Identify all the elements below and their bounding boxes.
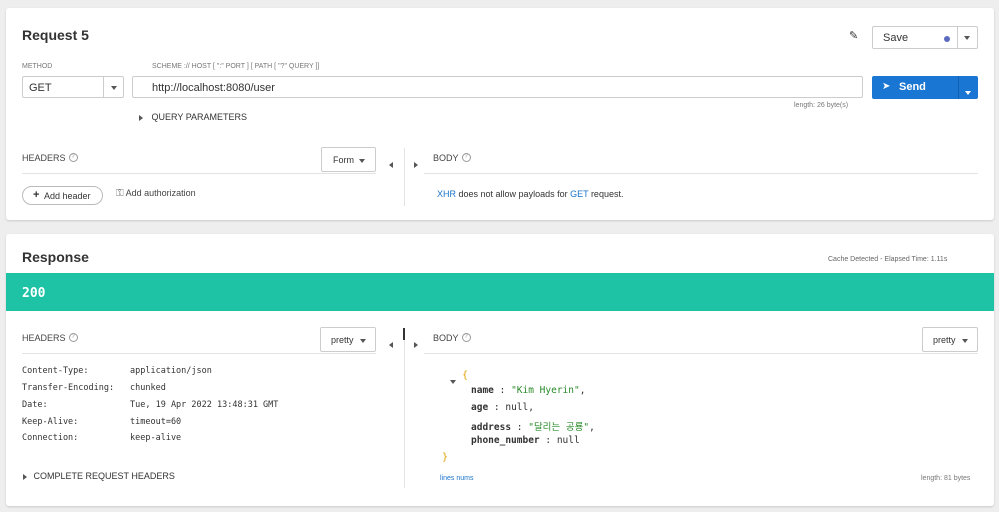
header-value: application/json xyxy=(130,366,212,376)
status-code: 200 xyxy=(22,286,46,301)
collapse-left-icon[interactable] xyxy=(389,156,393,174)
save-button[interactable]: Save xyxy=(872,26,978,49)
header-key: Content-Type: xyxy=(22,366,89,376)
split-divider[interactable] xyxy=(404,328,405,488)
query-parameters-label: QUERY PARAMETERS xyxy=(151,112,248,122)
complete-request-headers-toggle[interactable]: COMPLETE REQUEST HEADERS xyxy=(23,471,175,481)
help-icon: ? xyxy=(461,153,471,162)
add-authorization-label: Add authorization xyxy=(125,188,196,198)
response-headers-label: HEADERS? xyxy=(22,333,78,343)
response-length: length: 81 bytes xyxy=(921,475,971,482)
text-cursor xyxy=(403,328,405,340)
key-icon: ⚿ xyxy=(116,188,124,199)
chevron-down-icon xyxy=(962,336,968,347)
send-label: Send xyxy=(899,81,926,93)
expand-triangle-icon xyxy=(139,114,143,121)
json-value: null xyxy=(556,435,580,446)
add-authorization-link[interactable]: ⚿ Add authorization xyxy=(116,188,196,199)
elapsed-time: Cache Detected - Elapsed Time: 1.11s xyxy=(828,256,948,263)
json-key: age xyxy=(471,402,489,413)
save-label: Save xyxy=(883,32,909,44)
plus-icon: + xyxy=(33,189,40,201)
expand-triangle-icon xyxy=(23,473,27,480)
request-panel: Request 5 ✎ Save METHOD SCHEME :// HOST … xyxy=(6,8,994,220)
query-parameters-toggle[interactable]: QUERY PARAMETERS xyxy=(139,112,247,122)
save-dropdown-chevron-icon[interactable] xyxy=(964,33,970,44)
request-title: Request 5 xyxy=(22,27,89,43)
json-open-brace: { xyxy=(462,370,469,381)
split-divider[interactable] xyxy=(404,148,405,206)
header-key: Transfer-Encoding: xyxy=(22,383,115,393)
status-bar: 200 xyxy=(6,273,994,311)
header-key: Date: xyxy=(22,400,48,410)
edit-pencil-icon[interactable]: ✎ xyxy=(849,29,858,42)
collapse-triangle-icon xyxy=(450,379,456,384)
send-dropdown-chevron-icon[interactable] xyxy=(965,84,971,102)
unsaved-dot-icon xyxy=(944,36,950,42)
response-body-mode-select[interactable]: pretty xyxy=(922,327,978,352)
json-key: address xyxy=(471,422,512,433)
help-icon: ? xyxy=(68,153,78,162)
header-value: timeout=60 xyxy=(130,417,182,427)
headers-mode-select[interactable]: Form xyxy=(321,147,376,172)
json-value: "Kim Hyerin" xyxy=(511,385,580,396)
method-value: GET xyxy=(29,82,52,94)
response-body-label: BODY? xyxy=(433,333,471,343)
chevron-down-icon xyxy=(360,336,366,347)
method-dropdown-chevron-icon xyxy=(111,83,117,94)
method-label: METHOD xyxy=(22,63,53,70)
response-body-mode-value: pretty xyxy=(933,335,956,345)
response-panel: Response Cache Detected - Elapsed Time: … xyxy=(6,234,994,506)
json-line: age : null, xyxy=(471,402,534,413)
send-button[interactable]: ➤ Send xyxy=(872,76,978,99)
response-headers-mode-select[interactable]: pretty xyxy=(320,327,376,352)
url-length: length: 26 byte(s) xyxy=(794,102,849,109)
collapse-right-icon[interactable] xyxy=(414,156,418,174)
json-close-brace: } xyxy=(442,452,449,463)
body-message: XHR does not allow payloads for GET requ… xyxy=(437,189,624,199)
help-icon: ? xyxy=(461,333,471,342)
header-value: Tue, 19 Apr 2022 13:48:31 GMT xyxy=(130,400,279,410)
header-value: chunked xyxy=(130,383,166,393)
collapse-left-icon[interactable] xyxy=(389,336,393,354)
complete-request-headers-label: COMPLETE REQUEST HEADERS xyxy=(33,471,175,481)
method-select[interactable]: GET xyxy=(22,76,124,98)
json-line: phone_number : null xyxy=(471,435,580,446)
header-value: keep-alive xyxy=(130,433,182,443)
json-value: "달리는 공룡" xyxy=(528,422,590,433)
json-key: name xyxy=(471,385,494,396)
url-value: http://localhost:8080/user xyxy=(152,82,275,94)
url-format-label: SCHEME :// HOST [ ":" PORT ] [ PATH [ "?… xyxy=(152,63,320,70)
lines-nums-toggle[interactable]: lines nums xyxy=(440,475,473,482)
json-line: name : "Kim Hyerin", xyxy=(471,385,586,396)
help-icon: ? xyxy=(68,333,78,342)
xhr-link[interactable]: XHR xyxy=(437,189,456,199)
send-plane-icon: ➤ xyxy=(882,81,891,92)
header-key: Keep-Alive: xyxy=(22,417,79,427)
header-key: Connection: xyxy=(22,433,79,443)
get-link[interactable]: GET xyxy=(570,189,588,199)
add-header-button[interactable]: + Add header xyxy=(22,186,103,205)
json-value: null xyxy=(505,402,529,413)
add-header-label: Add header xyxy=(44,191,91,201)
json-line: address : "달리는 공룡", xyxy=(471,422,595,433)
request-body-label: BODY? xyxy=(433,153,471,163)
response-title: Response xyxy=(22,249,89,265)
json-key: phone_number xyxy=(471,435,540,446)
chevron-down-icon xyxy=(359,156,365,167)
response-headers-mode-value: pretty xyxy=(331,335,354,345)
json-collapse-toggle[interactable] xyxy=(450,373,456,391)
url-input[interactable]: http://localhost:8080/user xyxy=(132,76,863,98)
collapse-right-icon[interactable] xyxy=(414,336,418,354)
request-headers-label: HEADERS? xyxy=(22,153,78,163)
headers-mode-value: Form xyxy=(333,155,354,165)
